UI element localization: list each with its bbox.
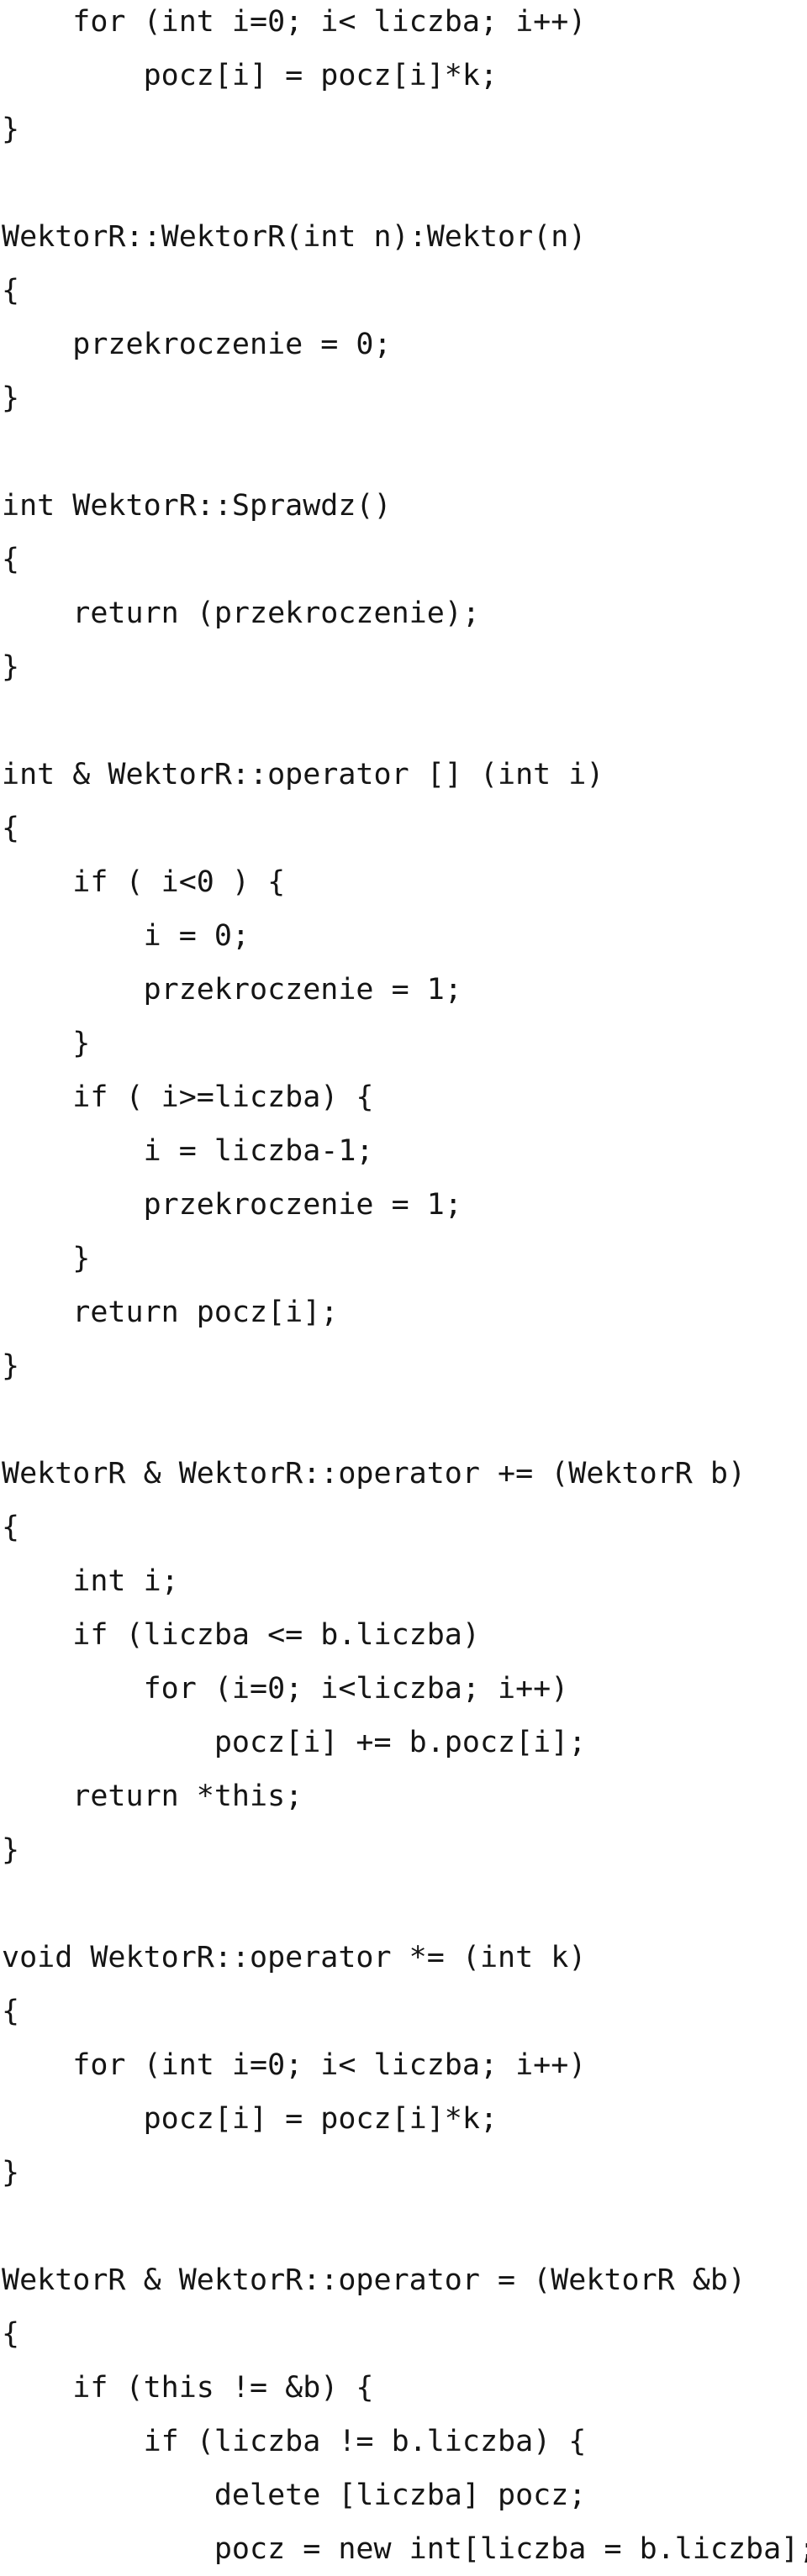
code-line: } bbox=[2, 2156, 20, 2190]
code-line: return (przekroczenie); bbox=[2, 597, 480, 630]
code-line: przekroczenie = 0; bbox=[2, 328, 392, 361]
code-line: for (int i=0; i< liczba; i++) bbox=[2, 2048, 587, 2082]
code-line: { bbox=[2, 2317, 20, 2351]
code-line: pocz[i] = pocz[i]*k; bbox=[2, 2102, 498, 2136]
code-line: i = liczba-1; bbox=[2, 1134, 374, 1168]
code-line: } bbox=[2, 1242, 91, 1275]
code-line: WektorR::WektorR(int n):Wektor(n) bbox=[2, 220, 587, 254]
code-line: { bbox=[2, 274, 20, 308]
code-line: } bbox=[2, 381, 20, 415]
code-line: pocz[i] = pocz[i]*k; bbox=[2, 59, 498, 92]
code-line: { bbox=[2, 1995, 20, 2028]
code-line: WektorR & WektorR::operator += (WektorR … bbox=[2, 1457, 746, 1490]
code-line: } bbox=[2, 650, 20, 684]
code-line: int i; bbox=[2, 1564, 179, 1598]
code-line: pocz[i] += b.pocz[i]; bbox=[2, 1726, 587, 1759]
code-line: return *this; bbox=[2, 1780, 303, 1813]
code-line: delete [liczba] pocz; bbox=[2, 2479, 587, 2512]
code-line: { bbox=[2, 812, 20, 845]
code-line: int & WektorR::operator [] (int i) bbox=[2, 758, 604, 791]
code-listing-page: for (int i=0; i< liczba; i++) pocz[i] = … bbox=[0, 0, 807, 2566]
code-line: } bbox=[2, 1833, 20, 1867]
code-line: przekroczenie = 1; bbox=[2, 1188, 462, 1222]
code-line: if ( i>=liczba) { bbox=[2, 1080, 374, 1114]
code-line: void WektorR::operator *= (int k) bbox=[2, 1941, 587, 1974]
code-line: } bbox=[2, 1349, 20, 1383]
code-line: przekroczenie = 1; bbox=[2, 973, 462, 1007]
code-line: } bbox=[2, 1027, 91, 1060]
code-line: if (liczba != b.liczba) { bbox=[2, 2425, 587, 2458]
code-line: } bbox=[2, 113, 20, 146]
code-line: if (liczba <= b.liczba) bbox=[2, 1618, 480, 1652]
code-line: for (i=0; i<liczba; i++) bbox=[2, 1672, 569, 1706]
code-line: { bbox=[2, 543, 20, 576]
code-line: WektorR & WektorR::operator = (WektorR &… bbox=[2, 2263, 746, 2297]
code-line: int WektorR::Sprawdz() bbox=[2, 489, 392, 523]
code-line: return pocz[i]; bbox=[2, 1296, 339, 1329]
code-line: { bbox=[2, 1511, 20, 1544]
code-listing-body: for (int i=0; i< liczba; i++) pocz[i] = … bbox=[2, 0, 807, 2576]
code-line: i = 0; bbox=[2, 919, 251, 953]
code-line: pocz = new int[liczba = b.liczba]; bbox=[2, 2532, 807, 2566]
code-line: for (int i=0; i< liczba; i++) bbox=[2, 5, 587, 39]
code-line: if (this != &b) { bbox=[2, 2371, 374, 2405]
code-line: if ( i<0 ) { bbox=[2, 865, 286, 899]
